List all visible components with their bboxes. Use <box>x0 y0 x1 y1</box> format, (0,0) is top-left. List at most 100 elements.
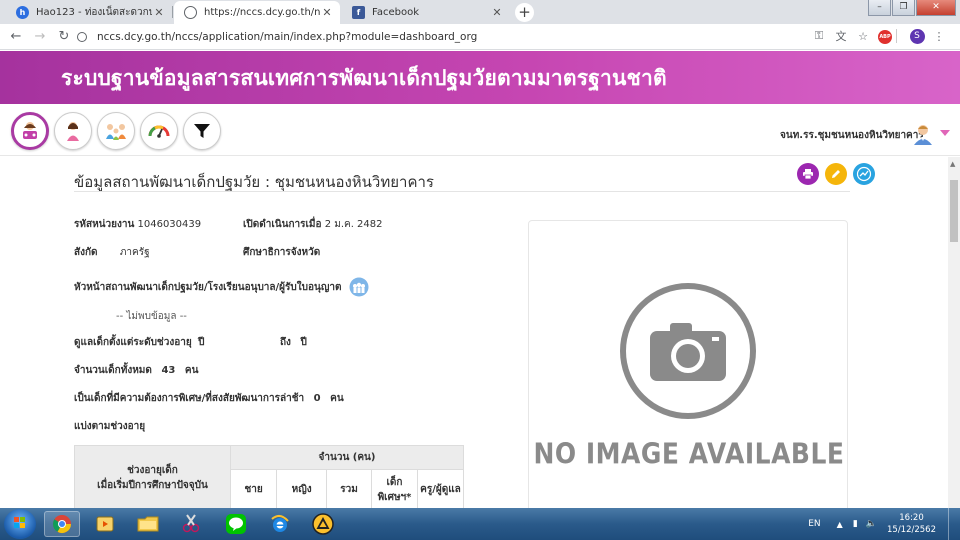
reload-icon[interactable]: ↻ <box>52 29 76 44</box>
tab-title: Facebook <box>372 7 419 18</box>
filter-icon[interactable] <box>183 112 221 150</box>
restore-button[interactable]: ❐ <box>892 0 915 16</box>
opened-row: เปิดดำเนินการเมื่อ 2 ม.ค. 2482 <box>243 217 383 232</box>
care-age-to-unit: ปี <box>300 337 307 348</box>
affiliation-value: ภาครัฐ <box>119 247 150 258</box>
tab-nccs[interactable]: https://nccs.dcy.go.th/nccs/application/… <box>174 1 340 24</box>
close-icon[interactable]: ✕ <box>152 6 166 19</box>
taskbar-ie[interactable] <box>262 511 298 537</box>
table-col-total: รวม <box>326 469 372 508</box>
user-name[interactable]: จนท.รร.ชุมชนหนองหินวิทยาคาร <box>780 128 924 143</box>
org-code-label: รหัสหน่วยงาน <box>74 219 135 230</box>
user-menu-caret-icon[interactable] <box>940 130 950 136</box>
line-app-icon <box>226 514 246 534</box>
scrollbar-thumb[interactable] <box>950 180 958 242</box>
taskbar-line[interactable] <box>218 511 254 537</box>
translate-icon[interactable]: 文 <box>830 28 852 44</box>
adblock-badge: ABP <box>878 30 892 44</box>
address-bar[interactable]: nccs.dcy.go.th/nccs/application/main/ind… <box>77 27 797 47</box>
new-tab-button[interactable]: + <box>515 3 534 22</box>
tab-separator <box>172 6 173 18</box>
title-divider <box>74 191 850 192</box>
opened-label: เปิดดำเนินการเมื่อ <box>243 219 322 230</box>
profile-initial: S <box>909 29 925 44</box>
taskbar-chrome[interactable] <box>44 511 80 537</box>
minimize-button[interactable]: – <box>868 0 891 16</box>
show-desktop-button[interactable] <box>948 508 960 540</box>
taskbar-media[interactable] <box>87 511 123 537</box>
clock-date: 15/12/2562 <box>887 525 936 535</box>
total-children-value: 43 <box>161 365 176 376</box>
window-close-button[interactable]: ✕ <box>916 0 956 16</box>
site-header: ระบบฐานข้อมูลสารสนเทศการพัฒนาเด็กปฐมวัยต… <box>0 51 960 104</box>
edit-button[interactable] <box>825 163 847 185</box>
volume-icon[interactable]: 🔈 <box>866 519 877 529</box>
head-label: หัวหน้าสถานพัฒนาเด็กปฐมวัย/โรงเรียนอนุบา… <box>74 281 342 293</box>
toolbar-divider <box>896 29 906 43</box>
windows-taskbar: EN ▲ ▮ 🔈 16:20 15/12/2562 <box>0 508 960 540</box>
total-children-unit: คน <box>184 365 199 376</box>
care-age-to-label: ถึง <box>280 337 291 348</box>
table-col-caregiver: ครู/ผู้ดูแล <box>417 469 464 508</box>
start-button[interactable] <box>4 509 36 539</box>
clock-time: 16:20 <box>899 513 924 523</box>
camera-icon <box>620 283 756 419</box>
home-child-icon[interactable] <box>11 112 49 150</box>
gauge-icon[interactable] <box>140 112 178 150</box>
total-children-row: จำนวนเด็กทั้งหมด 43 คน <box>74 363 198 378</box>
scroll-up-icon[interactable]: ▲ <box>950 160 955 168</box>
system-tray: EN ▲ ▮ 🔈 16:20 15/12/2562 <box>808 508 960 540</box>
show-hidden-icons-icon[interactable]: ▲ <box>837 520 843 529</box>
address-text: nccs.dcy.go.th/nccs/application/main/ind… <box>97 31 478 43</box>
no-image-text: NO IMAGE AVAILABLE <box>533 436 845 471</box>
people-group-icon[interactable] <box>349 277 369 297</box>
facebook-icon: f <box>352 6 365 19</box>
district-row: ศึกษาธิการจังหวัด <box>243 245 320 260</box>
taskbar-tool[interactable] <box>173 511 209 537</box>
back-arrow-icon[interactable]: ← <box>4 29 28 44</box>
toolbar-icons: ⚿ 文 ☆ ABP S ⋮ <box>808 28 950 44</box>
special-needs-unit: คน <box>330 393 344 404</box>
age-header-line2: เมื่อเริ่มปีการศึกษาปัจจุบัน <box>97 479 208 491</box>
close-icon[interactable]: ✕ <box>320 6 334 19</box>
key-icon[interactable]: ⚿ <box>808 29 830 43</box>
tab-facebook[interactable]: f Facebook ✕ <box>342 1 510 24</box>
family-icon[interactable] <box>97 112 135 150</box>
print-icon <box>803 169 813 180</box>
chart-button[interactable] <box>853 163 875 185</box>
star-icon[interactable]: ☆ <box>852 30 874 43</box>
menu-dots-icon[interactable]: ⋮ <box>928 30 950 43</box>
special-needs-value: 0 <box>313 393 321 404</box>
forward-arrow-icon[interactable]: → <box>28 29 52 44</box>
total-children-label: จำนวนเด็กทั้งหมด <box>74 365 152 376</box>
taskbar-explorer[interactable] <box>130 511 166 537</box>
taskbar-app[interactable] <box>305 511 341 537</box>
tab-title: Hao123 - ท่องเน็ตสะดวกปลอดภัย <box>36 7 152 18</box>
opened-value: 2 ม.ค. 2482 <box>324 219 383 230</box>
special-needs-label: เป็นเด็กที่มีความต้องการพิเศษ/ที่สงสัยพั… <box>74 393 305 404</box>
site-info-icon[interactable] <box>77 32 87 42</box>
teacher-icon[interactable] <box>54 112 92 150</box>
triangle-app-icon <box>312 513 334 535</box>
taskbar-clock[interactable]: 16:20 15/12/2562 <box>887 512 936 536</box>
site-title: ระบบฐานข้อมูลสารสนเทศการพัฒนาเด็กปฐมวัยต… <box>61 66 667 90</box>
close-icon[interactable]: ✕ <box>490 6 504 19</box>
table-col-special: เด็กพิเศษฯ* <box>371 469 418 508</box>
main-content: ข้อมูลสถานพัฒนาเด็กปฐมวัย : ชุมชนหนองหิน… <box>0 157 948 508</box>
globe-icon <box>184 6 197 19</box>
browser-tabstrip: h Hao123 - ท่องเน็ตสะดวกปลอดภัย ✕ https:… <box>0 0 960 24</box>
trend-chart-icon <box>856 166 872 182</box>
module-nav-bar: จนท.รร.ชุมชนหนองหินวิทยาคาร <box>0 104 960 156</box>
profile-avatar[interactable]: S <box>906 28 928 44</box>
window-controls: – ❐ ✕ <box>867 0 956 16</box>
page-scrollbar[interactable]: ▲ <box>948 157 960 508</box>
care-age-row: ดูแลเด็กตั้งแต่ระดับช่วงอายุ ปี <box>74 335 204 350</box>
device-icon[interactable]: ▮ <box>853 519 858 529</box>
user-avatar-icon[interactable] <box>912 123 934 145</box>
district-label: ศึกษาธิการจังหวัด <box>243 247 321 258</box>
print-button[interactable] <box>797 163 819 185</box>
language-indicator[interactable]: EN <box>808 519 820 529</box>
adblock-icon[interactable]: ABP <box>874 28 896 44</box>
tab-hao123[interactable]: h Hao123 - ท่องเน็ตสะดวกปลอดภัย ✕ <box>6 1 172 24</box>
org-image-card: NO IMAGE AVAILABLE <box>528 220 848 508</box>
